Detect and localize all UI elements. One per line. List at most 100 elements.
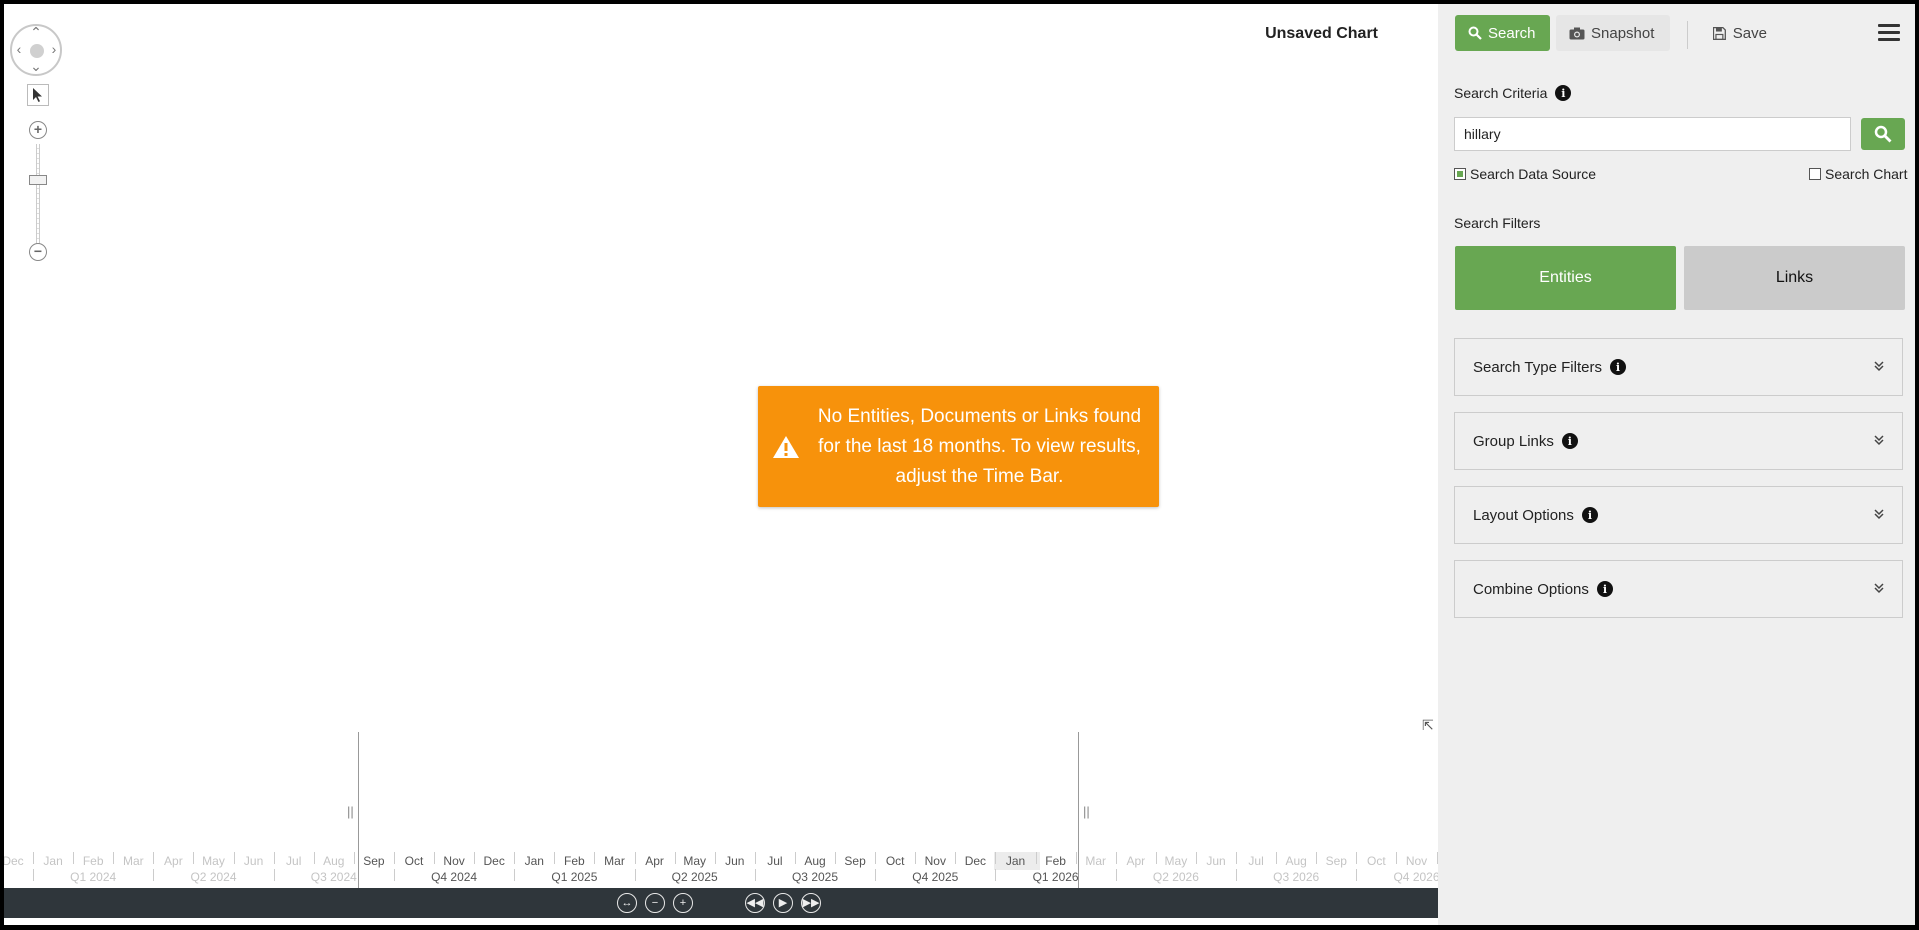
snapshot-button[interactable]: Snapshot [1556,15,1670,51]
search-data-source-checkbox[interactable] [1454,168,1466,180]
quarter-tick [273,869,275,881]
month-label: Nov [1405,854,1428,868]
month-label: May [202,854,225,868]
month-label: Mar [604,854,625,868]
month-tick [233,852,235,864]
step-back-button[interactable]: ◀◀ [745,893,765,913]
month-label: Apr [1126,854,1146,868]
pan-control[interactable]: ⌃ ⌄ ‹ › [10,24,62,76]
warning-icon [773,435,799,458]
month-label: Dec [4,854,24,868]
search-chart-checkbox[interactable] [1809,168,1821,180]
month-label: Nov [924,854,946,868]
month-label: Oct [404,854,424,868]
zoom-out-button[interactable]: − [29,243,47,261]
zoom-slider-track[interactable] [36,144,40,248]
info-icon[interactable]: i [1561,433,1578,449]
quarter-label: Q1 2026 [1032,870,1079,884]
select-tool-button[interactable] [27,84,49,106]
month-tick [1195,852,1197,864]
zoom-slider-thumb[interactable] [29,175,47,185]
pan-up-icon[interactable]: ⌃ [29,25,43,39]
accordion-label: Combine Options [1473,580,1589,598]
month-tick [554,852,556,864]
chart-title: Unsaved Chart [1265,25,1378,42]
quarter-label: Q1 2024 [70,870,117,884]
month-label: Feb [564,854,585,868]
step-forward-button[interactable]: ▶▶ [801,893,821,913]
month-tick [474,852,476,864]
accordion-search-type-filters[interactable]: Search Type Filters i [1454,338,1903,396]
month-label: Mar [1085,854,1107,868]
time-range-end-handle[interactable]: || [1083,804,1090,819]
month-tick [1356,852,1358,864]
cursor-icon [33,88,42,102]
accordion-layout-options[interactable]: Layout Options i [1454,486,1903,544]
search-chart-option[interactable]: Search Chart [1809,166,1907,182]
fit-range-button[interactable]: ↔ [617,893,637,913]
time-range-start-handle[interactable]: || [347,804,354,819]
month-tick [875,852,877,864]
pan-left-icon[interactable]: ‹ [12,42,26,56]
warning-message: No Entities, Documents or Links found fo… [817,405,1142,487]
month-label: Mar [122,854,144,868]
month-label: Jul [286,854,302,868]
quarter-label: Q3 2024 [310,870,357,884]
month-label: Apr [164,854,183,868]
tab-entities[interactable]: Entities [1455,246,1676,310]
month-tick [1115,852,1117,864]
search-criteria-label: Search Criteria [1454,85,1548,101]
month-tick [995,852,997,864]
search-input[interactable] [1454,117,1851,151]
search-filters-heading: Search Filters [1454,215,1541,231]
pan-down-icon[interactable]: ⌄ [29,59,43,73]
time-range-end-line[interactable] [1078,732,1079,888]
month-label: Sep [844,854,866,868]
timebar-zoom-in-button[interactable]: + [673,893,693,913]
month-tick [1316,852,1318,864]
accordion-combine-options[interactable]: Combine Options i [1454,560,1903,618]
save-button[interactable]: Save [1700,15,1780,51]
rewind-icon: ◀◀ [746,896,764,909]
accordion-group-links[interactable]: Group Links i [1454,412,1903,470]
time-range-start-line[interactable] [358,732,359,888]
month-tick [1236,852,1238,864]
quarter-label: Q2 2025 [671,870,718,884]
month-tick [193,852,195,864]
hamburger-menu-icon[interactable] [1878,24,1900,44]
month-label: Jan [43,854,63,868]
timebar-zoom-out-button[interactable]: − [645,893,665,913]
search-icon [1468,26,1482,40]
tab-links[interactable]: Links [1684,246,1905,310]
month-tick [1035,852,1037,864]
info-icon[interactable]: i [1581,507,1598,523]
chevron-double-down-icon [1874,583,1884,594]
save-label: Save [1732,24,1767,42]
month-label: Jun [725,854,745,868]
pan-right-icon[interactable]: › [47,42,61,56]
info-icon[interactable]: i [1609,359,1626,375]
chart-canvas[interactable]: Unsaved Chart ⌃ ⌄ ‹ › + − No Entities, D… [4,4,1440,925]
month-tick [113,852,115,864]
month-label: Feb [82,854,104,868]
search-tab-button[interactable]: Search [1455,15,1550,51]
month-tick [1396,852,1398,864]
zoom-in-button[interactable]: + [29,121,47,139]
info-icon[interactable]: i [1596,581,1613,597]
month-label: Jan [524,854,544,868]
quarter-label: Q2 2026 [1152,870,1199,884]
play-button[interactable]: ▶ [773,893,793,913]
search-data-source-option[interactable]: Search Data Source [1454,166,1596,182]
camera-icon [1569,27,1585,39]
quarter-label: Q3 2026 [1273,870,1320,884]
search-submit-button[interactable] [1861,118,1905,150]
chevron-double-down-icon [1874,435,1884,446]
quarter-tick [995,869,997,881]
pan-center[interactable] [30,44,44,58]
month-label: Aug [323,854,345,868]
info-icon[interactable]: i [1555,85,1572,101]
quarter-label: Q2 2024 [190,870,237,884]
month-tick [393,852,395,864]
quarter-tick [1356,869,1358,881]
time-bar[interactable]: Dec Jan Feb Mar Apr May Jun Jul Aug Sep Oct Nov Dec J… [4,732,1440,888]
